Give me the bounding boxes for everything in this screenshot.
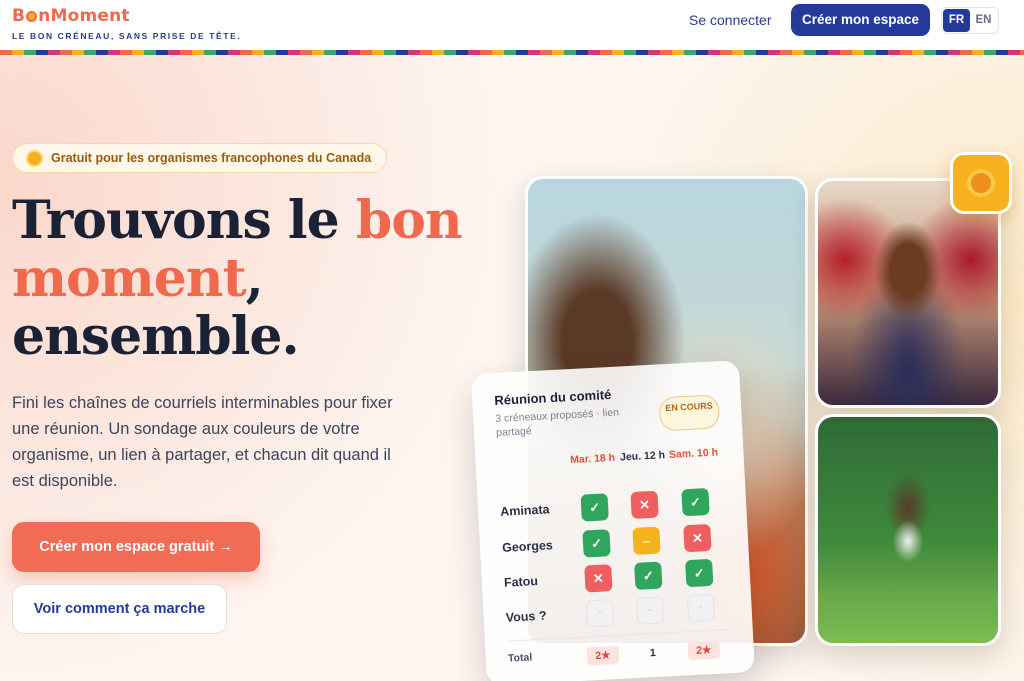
poll-answer-yes: ✓ bbox=[681, 487, 710, 517]
status-badge: EN COURS bbox=[658, 394, 721, 432]
poll-answer-yes: ✓ bbox=[685, 558, 714, 588]
logo-text: nMoment bbox=[38, 6, 130, 26]
tagline: LE BON CRÉNEAU, SANS PRISE DE TÊTE. bbox=[12, 31, 242, 41]
poll-column-header: Mar. 18 h bbox=[569, 451, 616, 467]
logo[interactable]: BnMoment bbox=[12, 6, 130, 26]
lang-en-button[interactable]: EN bbox=[970, 9, 997, 32]
hero-lead: Fini les chaînes de courriels interminab… bbox=[12, 394, 393, 490]
poll-total: 1 bbox=[649, 646, 657, 660]
poll-answer-yes: ✓ bbox=[582, 529, 611, 558]
poll-card: Réunion du comité 3 créneaux proposés · … bbox=[471, 360, 755, 681]
total-label: Total bbox=[507, 651, 533, 665]
poll-column-header: Jeu. 12 h bbox=[619, 449, 666, 464]
create-space-button[interactable]: Créer mon espace bbox=[791, 4, 930, 36]
poll-participant-name: Aminata bbox=[499, 502, 550, 519]
poll-participant-name: Georges bbox=[501, 538, 554, 555]
create-free-space-button[interactable]: Créer mon espace gratuit → bbox=[12, 522, 260, 572]
poll-answer-no: ✕ bbox=[630, 490, 659, 520]
site-header: BnMoment LE BON CRÉNEAU, SANS PRISE DE T… bbox=[0, 0, 1024, 52]
free-badge: Gratuit pour les organismes francophones… bbox=[12, 143, 387, 173]
color-stripe bbox=[0, 50, 1024, 55]
sun-icon bbox=[28, 152, 41, 165]
poll-answer-no: ✕ bbox=[584, 564, 613, 593]
sun-icon bbox=[971, 173, 991, 193]
poll-answer-yes: ✓ bbox=[634, 561, 663, 590]
logo-letter: B bbox=[12, 6, 26, 26]
language-switcher: FR EN bbox=[941, 7, 999, 34]
how-it-works-button[interactable]: Voir comment ça marche bbox=[12, 584, 227, 634]
poll-total: 2★ bbox=[687, 640, 721, 661]
poll-subtitle: 3 créneaux proposés · lien partagé bbox=[495, 406, 620, 439]
login-link[interactable]: Se connecter bbox=[689, 12, 772, 28]
divider bbox=[507, 628, 733, 642]
poll-answer-no: ✕ bbox=[683, 523, 712, 553]
poll-total: 2★ bbox=[586, 645, 620, 666]
poll-title: Réunion du comité bbox=[494, 386, 612, 409]
sun-icon bbox=[26, 11, 38, 22]
poll-participant-name: Vous ? bbox=[505, 608, 547, 625]
poll-answer-maybe: – bbox=[632, 526, 661, 555]
poll-answer-empty[interactable]: · bbox=[586, 599, 615, 628]
lang-fr-button[interactable]: FR bbox=[943, 9, 970, 32]
poll-participant-name: Fatou bbox=[503, 574, 539, 590]
poll-answer-empty[interactable]: · bbox=[635, 596, 665, 625]
badge-text: Gratuit pour les organismes francophones… bbox=[51, 151, 372, 165]
poll-column-header: Sam. 10 h bbox=[668, 446, 719, 461]
photo-family-outdoors bbox=[815, 414, 1001, 646]
poll-answer-yes: ✓ bbox=[580, 493, 609, 522]
sun-tile-icon bbox=[950, 152, 1012, 214]
poll-answer-empty[interactable]: · bbox=[686, 593, 716, 623]
hero-title: Trouvons le bon moment, ensemble. bbox=[12, 190, 463, 367]
